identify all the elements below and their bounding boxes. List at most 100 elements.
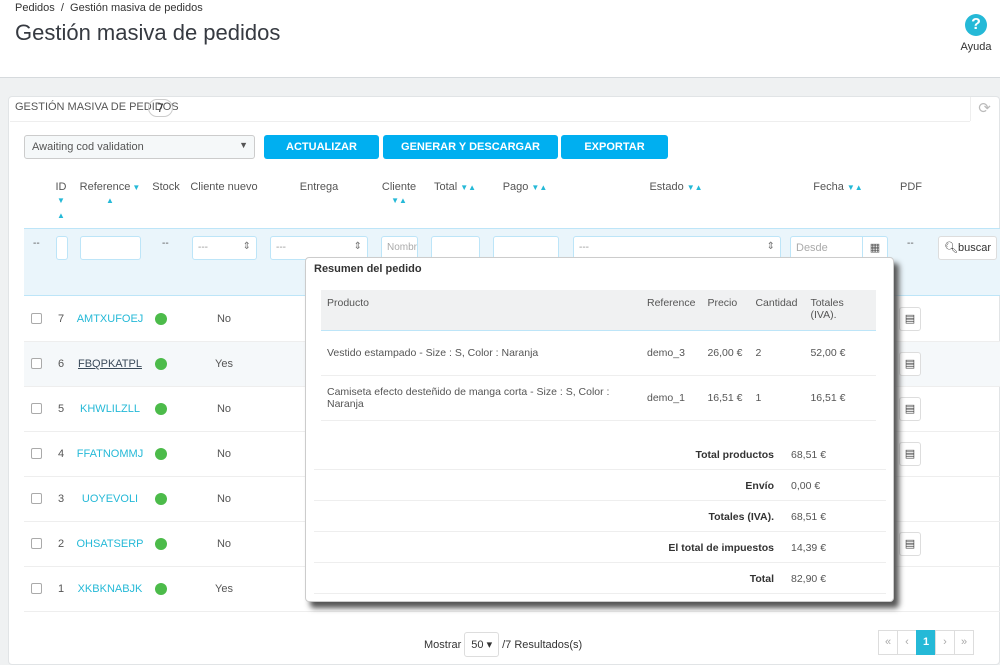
- order-id: 7: [58, 313, 65, 325]
- sort-icons[interactable]: ▼▲: [460, 183, 476, 192]
- order-id: 1: [58, 583, 65, 595]
- order-reference-link[interactable]: FBQPKATPL: [70, 358, 150, 370]
- stock-status-icon: [155, 448, 167, 460]
- sort-icons[interactable]: ▼▲: [354, 196, 444, 205]
- product-total: 52,00 €: [804, 330, 876, 376]
- column-label: Estado: [649, 181, 684, 193]
- order-reference-link[interactable]: UOYEVOLI: [70, 493, 150, 505]
- pdf-invoice-button[interactable]: ▤: [899, 397, 921, 421]
- order-summary-popup: Resumen del pedido Producto Reference Pr…: [305, 257, 894, 602]
- state-select[interactable]: Awaiting cod validation ▼: [24, 135, 255, 159]
- column-label: Pago: [502, 181, 529, 193]
- filter-placeholder: --: [907, 238, 914, 249]
- page-button-3[interactable]: ›: [935, 630, 955, 655]
- id-filter-input[interactable]: [56, 236, 68, 260]
- new-customer-filter-select-value: ---: [198, 242, 208, 253]
- pdf-invoice-button[interactable]: ▤: [899, 532, 921, 556]
- product-ref: demo_1: [641, 375, 702, 421]
- row-checkbox[interactable]: [31, 448, 42, 459]
- row-checkbox[interactable]: [31, 583, 42, 594]
- order-id: 4: [58, 448, 65, 460]
- column-label: Fecha: [813, 181, 844, 193]
- order-reference-link[interactable]: AMTXUFOEJ: [70, 313, 150, 325]
- page-button-0[interactable]: «: [878, 630, 898, 655]
- calendar-icon[interactable]: ▦: [862, 237, 887, 259]
- product-ref: demo_3: [641, 330, 702, 376]
- breadcrumb: Pedidos / Gestión masiva de pedidos: [15, 2, 203, 14]
- filter-placeholder: --: [162, 238, 169, 249]
- product-qty: 1: [749, 375, 805, 421]
- update-states-button[interactable]: ACTUALIZAR ESTADOS: [264, 135, 379, 177]
- summary-value: 0,00 €: [791, 480, 821, 492]
- summary-label: Totales (IVA).: [708, 511, 774, 523]
- pdf-invoice-button[interactable]: ▤: [899, 352, 921, 376]
- new-customer-value: No: [216, 493, 232, 505]
- order-id: 3: [58, 493, 65, 505]
- col-producto: Producto: [321, 290, 641, 331]
- product-product: Vestido estampado - Size : S, Color : Na…: [321, 330, 641, 376]
- sort-icons[interactable]: ▼▲: [531, 183, 547, 192]
- document-icon: ▤: [904, 538, 916, 550]
- new-customer-filter-select[interactable]: --- ⇕: [192, 236, 257, 260]
- new-customer-value: No: [216, 313, 232, 325]
- column-label: Entrega: [299, 181, 339, 193]
- order-reference-link[interactable]: KHWLILZLL: [70, 403, 150, 415]
- summary-value: 68,51 €: [791, 511, 827, 523]
- help-button[interactable]: ? Ayuda: [958, 14, 994, 53]
- per-page-select[interactable]: 50 ▾: [464, 632, 500, 657]
- refresh-icon[interactable]: ⟳: [970, 97, 998, 121]
- search-icon: 🔍︎: [944, 242, 958, 254]
- page-button-1[interactable]: ‹: [897, 630, 917, 655]
- sort-asc-icon[interactable]: ▲: [65, 196, 155, 205]
- col-cantidad: Cantidad: [749, 290, 805, 331]
- product-qty: 2: [749, 330, 805, 376]
- filter-placeholder: --: [33, 238, 40, 249]
- summary-label: Total productos: [695, 449, 774, 461]
- generate-invoices-button[interactable]: GENERAR Y DESCARGAR FACTURAS: [383, 135, 558, 177]
- delivery-filter-select-value: ---: [276, 242, 286, 253]
- product-total: 16,51 €: [804, 375, 876, 421]
- row-checkbox[interactable]: [31, 313, 42, 324]
- row-checkbox[interactable]: [31, 403, 42, 414]
- document-icon: ▤: [904, 358, 916, 370]
- page-title: Gestión masiva de pedidos: [15, 20, 281, 45]
- question-circle-icon: ?: [965, 14, 987, 36]
- row-checkbox[interactable]: [31, 493, 42, 504]
- summary-row: Total productos 68,51 €: [314, 439, 886, 470]
- breadcrumb-orders[interactable]: Pedidos: [15, 2, 55, 14]
- divider: [10, 121, 970, 122]
- search-button[interactable]: 🔍︎buscar: [938, 236, 997, 260]
- count-badge: 7: [148, 99, 173, 117]
- stock-status-icon: [155, 403, 167, 415]
- order-reference-link[interactable]: OHSATSERP: [70, 538, 150, 550]
- product-product: Camiseta efecto desteñido de manga corta…: [321, 375, 641, 421]
- order-id: 5: [58, 403, 65, 415]
- show-label: Mostrar: [424, 639, 462, 651]
- document-icon: ▤: [904, 313, 916, 325]
- order-reference-link[interactable]: XKBKNABJK: [70, 583, 150, 595]
- row-checkbox[interactable]: [31, 538, 42, 549]
- row-checkbox[interactable]: [31, 358, 42, 369]
- sort-icons[interactable]: ▼▲: [687, 183, 703, 192]
- page-button-2[interactable]: 1: [916, 630, 936, 655]
- column-label: Cliente nuevo: [190, 181, 258, 193]
- select-caret-icon: ⇕: [766, 241, 775, 252]
- column-header-estado[interactable]: Estado ▼▲: [631, 181, 721, 193]
- new-customer-value: No: [216, 403, 232, 415]
- new-customer-value: Yes: [215, 583, 233, 595]
- export-orders-button[interactable]: EXPORTAR PEDIDOS: [561, 135, 668, 177]
- summary-value: 68,51 €: [791, 449, 827, 461]
- order-reference-link[interactable]: FFATNOMMJ: [70, 448, 150, 460]
- column-header-cliente-nuevo: Cliente nuevo: [179, 181, 269, 193]
- pdf-invoice-button[interactable]: ▤: [899, 307, 921, 331]
- pdf-invoice-button[interactable]: ▤: [899, 442, 921, 466]
- sort-asc-icon[interactable]: ▲: [16, 211, 106, 220]
- reference-filter-input[interactable]: [80, 236, 141, 260]
- sort-icons[interactable]: ▼▲: [847, 183, 863, 192]
- column-header-pago[interactable]: Pago ▼▲: [480, 181, 570, 193]
- page-button-4[interactable]: »: [954, 630, 974, 655]
- column-label: Total: [433, 181, 458, 193]
- summary-value: 82,90 €: [791, 573, 827, 585]
- results-count: /7 Resultados(s): [502, 639, 583, 651]
- breadcrumb-current: Gestión masiva de pedidos: [70, 2, 203, 14]
